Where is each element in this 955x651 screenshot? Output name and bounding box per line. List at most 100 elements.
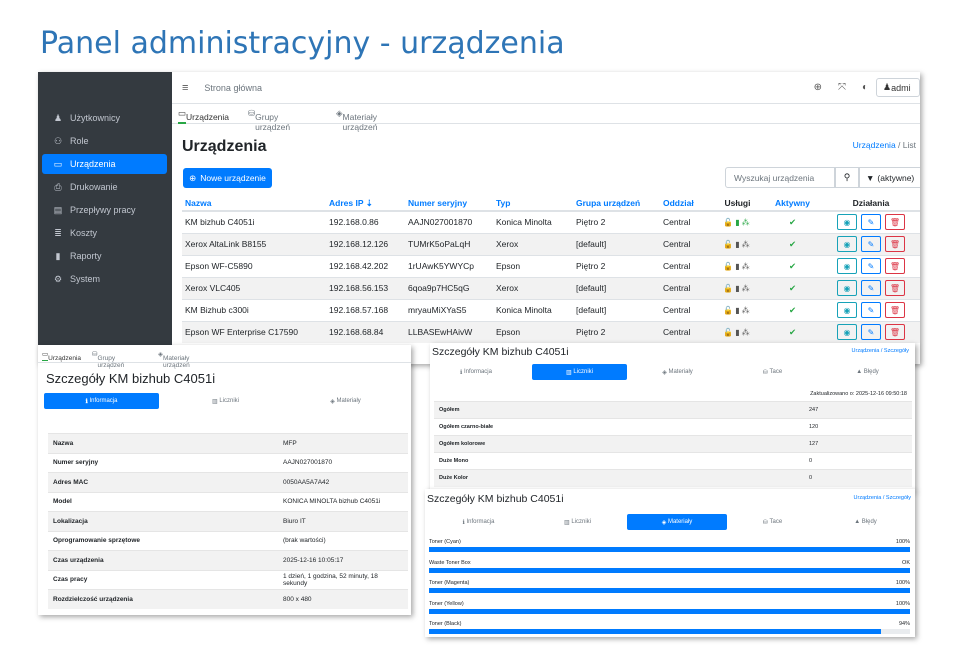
nav-label: Liczniki [573,369,594,375]
counter-row: Duże Mono 0 [434,452,912,470]
edit-button[interactable]: ✎ [861,236,881,252]
nav-trays[interactable]: ⛁ Tace [725,514,820,530]
sidebar-item[interactable]: ▮ Raporty [42,246,167,266]
new-device-button[interactable]: ⊕ Nowe urządzenie [183,168,272,188]
sidebar-item-label: Raporty [70,251,102,261]
counter-row: Duże Kolor 0 [434,469,912,487]
new-device-label: Nowe urządzenie [200,173,266,183]
nav-label: Materiały [668,369,693,375]
breadcrumb[interactable]: Urządzenia / Szczegóły [852,348,909,354]
sidebar-item[interactable]: ▭ Urządzenia [42,154,167,174]
material-name: Toner (Magenta) [429,580,470,586]
nav-materials[interactable]: ◈ Materiały [627,514,727,530]
nav-counters[interactable]: ▥ Liczniki [530,514,625,530]
sidebar-item[interactable]: ≣ Koszty [42,223,167,243]
delete-button[interactable]: 🗑 [885,258,905,274]
nav-counters[interactable]: ▥ Liczniki [532,364,627,380]
nav-counters[interactable]: ▥ Liczniki [168,393,283,409]
col-serial[interactable]: Numer seryjny [405,196,493,212]
info-row: Lokalizacja Biuro IT [48,511,408,531]
cell-type: Epson [493,320,573,343]
material-name: Waste Toner Box [429,559,471,566]
sidebar-item[interactable]: ▤ Przepływy pracy [42,200,167,220]
nav-label: Informacja [466,519,495,525]
view-button[interactable]: ◉ [837,302,857,318]
tab-devices[interactable]: ▭ Urządzenia [42,350,81,362]
tab-devices[interactable]: ▭ Urządzenia [178,108,229,124]
user-menu[interactable]: ♟ admi [876,78,920,97]
view-button[interactable]: ◉ [837,280,857,296]
nav-materials[interactable]: ◈ Materiały [630,364,725,380]
nav-trays[interactable]: ⛁ Tace [725,364,820,380]
cell-group: [default] [573,298,660,321]
active-check-icon: ✔ [765,320,820,343]
home-link[interactable]: Strona główna [204,83,262,93]
nav-errors[interactable]: ▲ Błędy [818,514,913,530]
info-value: 0050AA5A7A42 [278,472,408,492]
filter-button[interactable]: ▼ (aktywne) [859,167,920,188]
delete-button[interactable]: 🗑 [885,280,905,296]
delete-button[interactable]: 🗑 [885,324,905,341]
nav-info[interactable]: ℹ Informacja [436,364,516,380]
col-active[interactable]: Aktywny [765,196,820,212]
sidebar-item[interactable]: ⚙ System [42,269,167,289]
search-input[interactable]: Wyszukaj urządzenia [725,167,835,188]
counter-value: 120 [804,418,912,436]
tab-device-groups[interactable]: ⛁ Grupy urządzeń [248,108,290,132]
edit-button[interactable]: ✎ [861,280,881,296]
edit-button[interactable]: ✎ [861,302,881,318]
nav-errors[interactable]: ▲ Błędy [820,364,915,380]
col-branch[interactable]: Oddział [660,196,710,212]
material-bar [429,629,882,634]
cell-branch: Central [660,276,710,299]
breadcrumb-sep: / [895,140,903,150]
col-ip[interactable]: Adres IP ⇣ [326,196,405,212]
nav-info[interactable]: ℹ Informacja [431,514,526,530]
hamburger-icon[interactable]: ≡ [182,82,188,94]
view-button[interactable]: ◉ [837,324,857,341]
theme-icon[interactable]: ◐ [862,82,868,93]
nav-materials[interactable]: ◈ Materiały [288,393,403,409]
tab-device-groups[interactable]: ⛁ Grupy urządzeń [92,350,124,369]
breadcrumb-link[interactable]: Urządzenia [853,140,896,150]
nav-label: Błędy [861,519,877,525]
breadcrumb[interactable]: Urządzenia / Szczegóły [854,495,911,501]
nav-label: Liczniki [219,398,240,404]
view-button[interactable]: ◉ [837,236,857,252]
sidebar-item[interactable]: ♟ Użytkownicy [42,108,167,128]
col-name[interactable]: Nazwa [182,196,326,212]
nav-info[interactable]: ℹ Informacja [44,393,159,409]
view-button[interactable]: ◉ [837,214,857,231]
edit-button[interactable]: ✎ [861,214,881,231]
col-type[interactable]: Typ [493,196,573,212]
cell-serial: 1rUAwK5YWYCp [405,254,493,277]
info-key: Model [48,491,278,512]
info-value: KONICA MINOLTA bizhub C4051i [278,491,408,512]
globe-icon[interactable]: ⊕ [814,82,822,93]
col-group[interactable]: Grupa urządzeń [573,196,660,212]
edit-button[interactable]: ✎ [861,258,881,274]
search-icon[interactable]: ⚲ [835,167,859,188]
details-materials-screenshot: Szczegóły KM bizhub C4051i Urządzenia / … [425,489,915,637]
edit-button[interactable]: ✎ [861,324,881,341]
tab-label: Urządzenia [48,355,82,362]
details-counters-screenshot: Szczegóły KM bizhub C4051i Urządzenia / … [430,343,915,491]
sidebar-item-label: Użytkownicy [70,113,121,123]
tab-device-materials[interactable]: ◈ Materiały urządzeń [158,350,190,369]
col-services: Usługi [710,196,765,212]
delete-button[interactable]: 🗑 [885,214,905,231]
cell-name: Xerox VLC405 [182,276,326,299]
info-key: Czas pracy [48,569,278,590]
view-button[interactable]: ◉ [837,258,857,274]
sidebar-item[interactable]: ⚇ Role [42,131,167,151]
cell-serial: LLBASEwHAivW [405,320,493,343]
delete-button[interactable]: 🗑 [885,236,905,252]
updated-at: Zaktualizowano o: 2025-12-16 09:50:18 [810,391,907,397]
delete-button[interactable]: 🗑 [885,302,905,318]
tab-label: Materiały urządzeń [163,355,190,369]
sidebar-item[interactable]: ⎙ Drukowanie [42,177,167,197]
fullscreen-icon[interactable]: ⤧ [838,82,846,93]
tab-device-materials[interactable]: ◈ Materiały urządzeń [336,108,378,132]
filter-label: (aktywne) [877,172,915,183]
col-actions: Działania [820,196,920,212]
